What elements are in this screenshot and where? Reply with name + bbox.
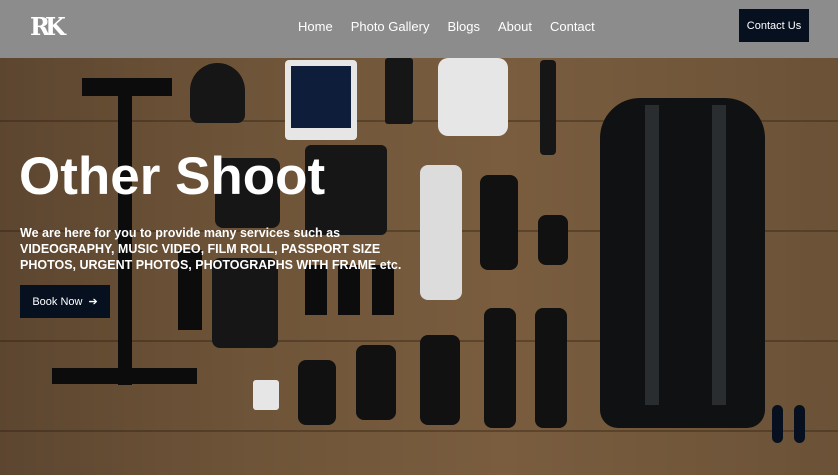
- navbar: RK Home Photo Gallery Blogs About Contac…: [0, 0, 838, 58]
- stick: [540, 60, 556, 155]
- backpack: [600, 98, 765, 428]
- zoom-lens-white: [420, 165, 462, 300]
- book-now-button[interactable]: Book Now ➔: [20, 285, 110, 318]
- flash-1: [484, 308, 516, 428]
- backpack-strap-1: [645, 105, 659, 405]
- phone: [385, 58, 413, 124]
- nav-blogs[interactable]: Blogs: [447, 19, 480, 34]
- backpack-strap-2: [712, 105, 726, 405]
- headphones: [190, 63, 245, 123]
- controller: [438, 58, 508, 136]
- tablet-screen: [291, 66, 351, 128]
- pause-icon[interactable]: [772, 405, 807, 443]
- flash-2: [535, 308, 567, 428]
- arrow-right-icon: ➔: [88, 296, 98, 308]
- flash-trigger: [538, 215, 568, 265]
- nav-about[interactable]: About: [498, 19, 532, 34]
- hero-description: We are here for you to provide many serv…: [20, 226, 402, 272]
- logo[interactable]: RK: [30, 12, 66, 42]
- stabilizer-base: [52, 368, 197, 384]
- nav-contact[interactable]: Contact: [550, 19, 595, 34]
- nav-menu: Home Photo Gallery Blogs About Contact: [298, 19, 595, 34]
- hero-title: Other Shoot: [19, 147, 326, 206]
- lens-4: [420, 335, 460, 425]
- contact-us-button[interactable]: Contact Us: [739, 9, 809, 42]
- lens-1: [480, 175, 518, 270]
- nav-photo-gallery[interactable]: Photo Gallery: [351, 19, 430, 34]
- lens-3: [356, 345, 396, 420]
- nav-home[interactable]: Home: [298, 19, 333, 34]
- action-cam: [253, 380, 279, 410]
- lens-2: [298, 360, 336, 425]
- stabilizer-top: [82, 78, 172, 96]
- book-now-label: Book Now: [32, 295, 83, 308]
